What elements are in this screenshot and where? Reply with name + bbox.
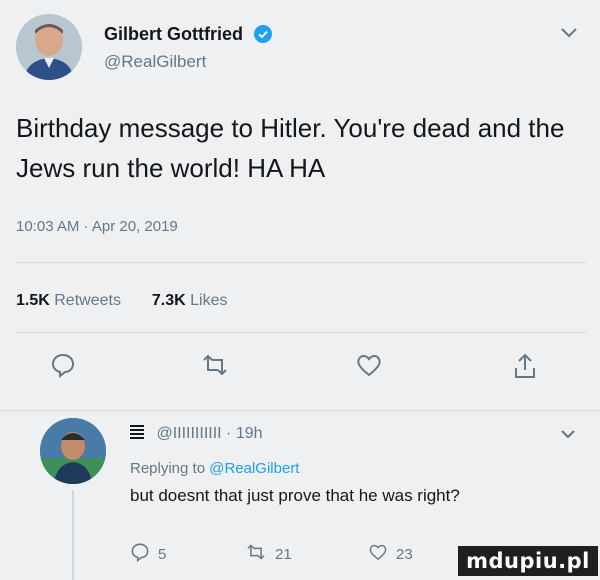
author-name-text: Gilbert Gottfried [104, 24, 243, 44]
likes-count: 7.3K [151, 292, 186, 309]
tweet: Gilbert Gottfried @RealGilbert Birthday … [0, 0, 600, 412]
like-icon[interactable] [355, 352, 383, 383]
reply-time[interactable]: 19h [236, 425, 263, 442]
replying-mention[interactable]: @RealGilbert [209, 460, 299, 477]
divider [16, 332, 586, 333]
chevron-down-icon[interactable] [560, 26, 578, 44]
menu-icon [130, 424, 144, 445]
reply-icon[interactable] [50, 352, 76, 383]
like-count: 23 [396, 545, 413, 563]
thread-line [72, 490, 74, 580]
author-avatar[interactable] [16, 14, 82, 80]
reply-retweet-button[interactable]: 21 [245, 542, 292, 566]
retweet-count: 21 [275, 545, 292, 563]
tweet-timestamp[interactable]: 10:03 AM · Apr 20, 2019 [16, 218, 178, 235]
divider [16, 262, 586, 263]
reply-icon [130, 542, 150, 566]
author-handle[interactable]: @RealGilbert [104, 52, 206, 72]
reply-like-button[interactable]: 23 [368, 542, 413, 566]
reply-header: @IIIIIIIIIII · 19h [130, 424, 263, 445]
replying-to: Replying to @RealGilbert [130, 460, 299, 477]
retweet-icon [245, 542, 267, 566]
retweets-count: 1.5K [16, 292, 50, 309]
reply-reply-button[interactable]: 5 [130, 542, 166, 566]
reply-avatar[interactable] [40, 418, 106, 484]
author-avatar-image [16, 14, 82, 80]
retweet-icon[interactable] [200, 352, 230, 383]
verified-icon [254, 25, 273, 48]
retweets-label: Retweets [54, 292, 121, 309]
reply-handle[interactable]: @IIIIIIIIIII [156, 425, 221, 442]
share-icon[interactable] [512, 352, 538, 385]
retweets-stat[interactable]: 1.5K Retweets [16, 292, 125, 309]
tweet-actions [0, 352, 600, 392]
reply-text: but doesnt that just prove that he was r… [130, 486, 460, 505]
author-name[interactable]: Gilbert Gottfried [104, 24, 273, 48]
like-icon [368, 542, 388, 566]
replying-prefix: Replying to [130, 460, 206, 477]
watermark-logo: mdupiu.pl [458, 546, 598, 576]
chevron-down-icon[interactable] [560, 426, 576, 444]
tweet-text: Birthday message to Hitler. You're dead … [16, 113, 565, 183]
reply-count: 5 [158, 545, 167, 563]
likes-stat[interactable]: 7.3K Likes [152, 292, 228, 309]
likes-label: Likes [190, 292, 228, 309]
separator-dot: · [226, 425, 236, 442]
divider [0, 410, 600, 411]
reply-avatar-image [40, 418, 106, 484]
tweet-stats: 1.5K Retweets 7.3K Likes [16, 292, 227, 310]
